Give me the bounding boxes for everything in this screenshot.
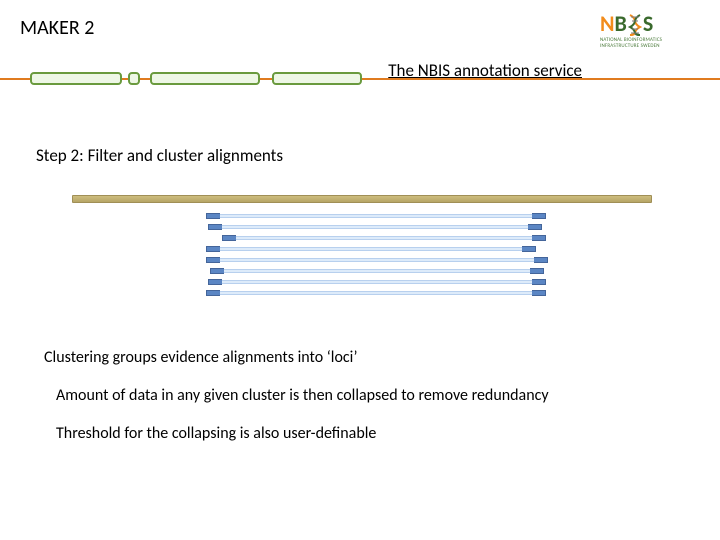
alignment-diagram [72, 195, 652, 323]
nbis-logo: N B S NATIONAL BIOINFORMATICS INFRASTRUC… [600, 10, 700, 50]
alignment-row [208, 224, 542, 230]
logo-text: N B S [600, 10, 700, 37]
alignment-row [208, 279, 546, 285]
genome-track [72, 195, 652, 203]
bullet-3: Threshold for the collapsing is also use… [56, 424, 376, 443]
alignment-row [222, 235, 546, 241]
alignment-stack [72, 213, 652, 323]
alignment-row [210, 268, 544, 274]
exon-pill [272, 72, 362, 85]
exon-pill [30, 72, 122, 85]
alignment-row [206, 246, 536, 252]
page-title: MAKER 2 [20, 16, 94, 40]
alignment-row [206, 290, 546, 296]
logo-letter-b: B [615, 10, 627, 37]
bullet-1: Clustering groups evidence alignments in… [44, 348, 358, 367]
alignment-row [206, 257, 548, 263]
logo-letter-s: S [643, 10, 653, 37]
alignment-row [206, 213, 546, 219]
logo-subline-2: INFRASTRUCTURE SWEDEN [600, 44, 700, 49]
exon-pill [150, 72, 260, 85]
logo-letter-n: N [600, 10, 615, 37]
helix-icon [628, 14, 642, 36]
bullet-2: Amount of data in any given cluster is t… [56, 386, 549, 405]
slide: MAKER 2 N B S NATIONAL BIOINFORMATICS IN… [0, 0, 720, 540]
step-heading: Step 2: Filter and cluster alignments [36, 145, 283, 166]
exon-pill [128, 72, 140, 85]
